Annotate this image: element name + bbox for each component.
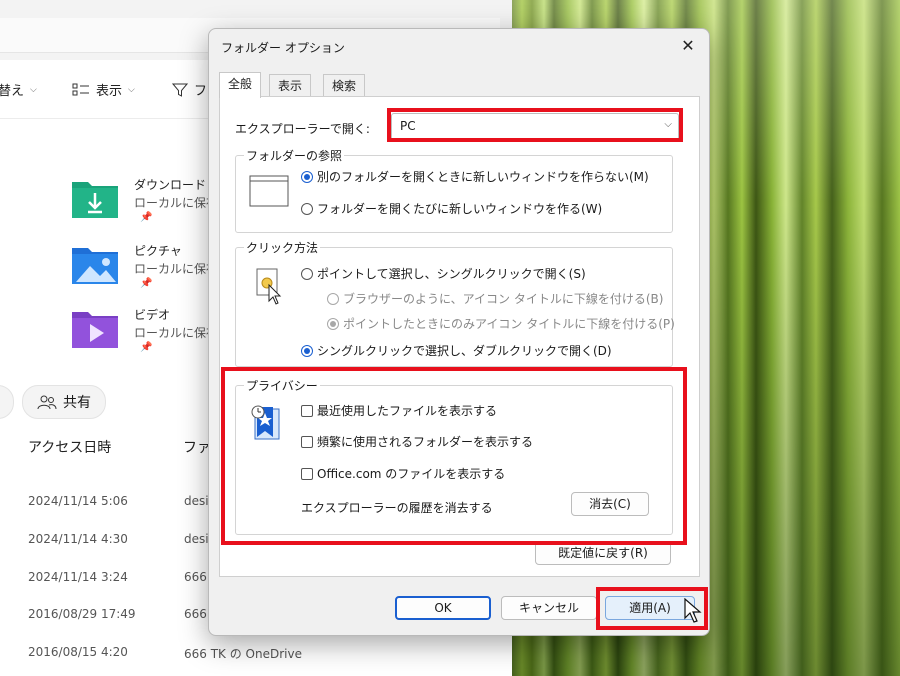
view-label: 表示 bbox=[96, 84, 123, 99]
column-header-file[interactable]: ファ bbox=[183, 437, 211, 457]
access-date: 2024/11/14 4:30 bbox=[28, 532, 128, 546]
option-label: ブラウザーのように、アイコン タイトルに下線を付ける(B) bbox=[343, 292, 664, 306]
access-date: 2016/08/15 4:20 bbox=[28, 645, 128, 659]
view-button[interactable]: 表示 ⌵ bbox=[72, 80, 135, 99]
option-label: ポイントしたときにのみアイコン タイトルに下線を付ける(P) bbox=[343, 317, 675, 331]
view-list-icon bbox=[72, 83, 89, 95]
tab-general[interactable]: 全般 bbox=[219, 72, 262, 98]
dialog-titlebar[interactable]: フォルダー オプション ✕ bbox=[209, 29, 709, 63]
quick-access-title: ピクチャ bbox=[134, 244, 182, 258]
access-date: 2024/11/14 3:24 bbox=[28, 570, 128, 584]
sort-button[interactable]: 替え ⌵ bbox=[0, 80, 37, 99]
radio-button[interactable] bbox=[301, 267, 313, 280]
radio-button[interactable] bbox=[301, 344, 313, 357]
file-location: desi bbox=[184, 494, 209, 508]
chevron-down-icon: ⌵ bbox=[30, 84, 37, 95]
list-item[interactable]: 2024/11/14 3:24 666 bbox=[28, 570, 207, 584]
chevron-down-icon: ⌵ bbox=[664, 119, 672, 130]
open-with-dropdown[interactable]: PC ⌵ bbox=[391, 113, 679, 141]
checkbox[interactable] bbox=[301, 467, 313, 480]
filter-icon bbox=[172, 83, 188, 97]
dialog-title: フォルダー オプション bbox=[221, 41, 345, 55]
quick-access-pictures[interactable]: ピクチャ ローカルに保存 📌 bbox=[70, 242, 220, 302]
restore-defaults-button[interactable]: 既定値に戻す(R) bbox=[535, 541, 671, 565]
radio-button[interactable] bbox=[327, 292, 339, 305]
share-label: 共有 bbox=[63, 395, 91, 411]
filter-label: フ bbox=[194, 84, 208, 99]
access-date: 2024/11/14 5:06 bbox=[28, 494, 128, 508]
quick-access-videos[interactable]: ビデオ ローカルに保存 📌 bbox=[70, 306, 220, 366]
option-label: 別のフォルダーを開くときに新しいウィンドウを作らない(M) bbox=[317, 170, 649, 184]
list-item[interactable]: 2024/11/14 4:30 desi bbox=[28, 532, 209, 546]
radio-underline-always[interactable]: ブラウザーのように、アイコン タイトルに下線を付ける(B) bbox=[327, 290, 663, 307]
quick-access-subtitle: ローカルに保存 bbox=[134, 196, 219, 210]
clear-history-button[interactable]: 消去(C) bbox=[571, 492, 649, 516]
quick-access-downloads[interactable]: ダウンロード ローカルに保存 📌 bbox=[70, 176, 220, 236]
share-filter-button[interactable]: 共有 bbox=[22, 385, 106, 419]
radio-button[interactable] bbox=[301, 202, 313, 215]
pointer-click-icon bbox=[256, 268, 282, 305]
option-label: Office.com のファイルを表示する bbox=[317, 467, 506, 481]
column-header-date[interactable]: アクセス日時 bbox=[28, 437, 111, 457]
chevron-down-icon: ⌵ bbox=[128, 84, 135, 95]
quick-access-subtitle: ローカルに保存 bbox=[134, 326, 219, 340]
close-icon[interactable]: ✕ bbox=[677, 35, 699, 57]
quick-access-title: ビデオ bbox=[134, 308, 171, 322]
browse-folders-group: フォルダーの参照 bbox=[235, 147, 673, 233]
file-location: 666 TK の OneDrive bbox=[184, 647, 302, 661]
tab-search[interactable]: 検索 bbox=[323, 74, 366, 97]
option-label: ポイントして選択し、シングルクリックで開く(S) bbox=[317, 267, 586, 281]
radio-button[interactable] bbox=[327, 317, 339, 330]
filter-chip[interactable] bbox=[0, 385, 14, 419]
group-title: クリック方法 bbox=[244, 239, 321, 256]
pin-icon: 📌 bbox=[140, 212, 153, 223]
pin-icon: 📌 bbox=[140, 342, 153, 353]
option-label: シングルクリックで選択し、ダブルクリックで開く(D) bbox=[317, 344, 612, 358]
checkbox[interactable] bbox=[301, 435, 313, 448]
option-label: 頻繁に使用されるフォルダーを表示する bbox=[317, 435, 534, 449]
list-item[interactable]: 2016/08/15 4:20 666 TK の OneDrive bbox=[28, 645, 302, 661]
tab-view[interactable]: 表示 bbox=[269, 74, 312, 97]
file-location: desi bbox=[184, 532, 209, 546]
check-show-recent-files[interactable]: 最近使用したファイルを表示する bbox=[301, 402, 497, 419]
radio-double-click-open[interactable]: シングルクリックで選択し、ダブルクリックで開く(D) bbox=[301, 342, 612, 359]
group-title: フォルダーの参照 bbox=[244, 147, 345, 164]
pin-icon: 📌 bbox=[140, 278, 153, 289]
folder-options-dialog: フォルダー オプション ✕ 全般 表示 検索 エクスプローラーで開く: PC ⌵… bbox=[208, 28, 710, 636]
ok-button[interactable]: OK bbox=[395, 596, 491, 620]
mouse-cursor-icon bbox=[684, 598, 702, 623]
open-with-value: PC bbox=[400, 119, 416, 133]
recent-files-icon bbox=[251, 405, 280, 440]
check-show-office-files[interactable]: Office.com のファイルを表示する bbox=[301, 465, 505, 482]
pictures-folder-icon bbox=[72, 248, 118, 284]
check-show-frequent-folders[interactable]: 頻繁に使用されるフォルダーを表示する bbox=[301, 433, 533, 450]
checkbox[interactable] bbox=[301, 404, 313, 417]
videos-folder-icon bbox=[72, 312, 118, 348]
filter-button[interactable]: フ bbox=[172, 80, 207, 99]
radio-single-click-open[interactable]: ポイントして選択し、シングルクリックで開く(S) bbox=[301, 265, 586, 282]
people-icon bbox=[37, 395, 57, 410]
apply-button[interactable]: 適用(A) bbox=[605, 596, 695, 620]
clear-history-label: エクスプローラーの履歴を消去する bbox=[301, 501, 493, 515]
window-icon bbox=[249, 175, 289, 207]
list-item[interactable]: 2016/08/29 17:49 666 bbox=[28, 607, 207, 621]
radio-same-window[interactable]: 別のフォルダーを開くときに新しいウィンドウを作らない(M) bbox=[301, 168, 649, 185]
quick-access-subtitle: ローカルに保存 bbox=[134, 262, 219, 276]
quick-access-title: ダウンロード bbox=[134, 178, 207, 192]
list-item[interactable]: 2024/11/14 5:06 desi bbox=[28, 494, 209, 508]
radio-button[interactable] bbox=[301, 170, 313, 183]
option-label: 最近使用したファイルを表示する bbox=[317, 404, 498, 418]
sort-label: 替え bbox=[0, 84, 25, 99]
file-location: 666 bbox=[184, 570, 207, 584]
file-location: 666 bbox=[184, 607, 207, 621]
radio-new-window[interactable]: フォルダーを開くたびに新しいウィンドウを作る(W) bbox=[301, 200, 602, 217]
group-title: プライバシー bbox=[244, 377, 320, 394]
downloads-folder-icon bbox=[72, 182, 118, 218]
radio-underline-on-hover[interactable]: ポイントしたときにのみアイコン タイトルに下線を付ける(P) bbox=[327, 315, 675, 332]
access-date: 2016/08/29 17:49 bbox=[28, 607, 136, 621]
option-label: フォルダーを開くたびに新しいウィンドウを作る(W) bbox=[317, 202, 603, 216]
open-with-label: エクスプローラーで開く: bbox=[235, 122, 370, 136]
cancel-button[interactable]: キャンセル bbox=[501, 596, 597, 620]
